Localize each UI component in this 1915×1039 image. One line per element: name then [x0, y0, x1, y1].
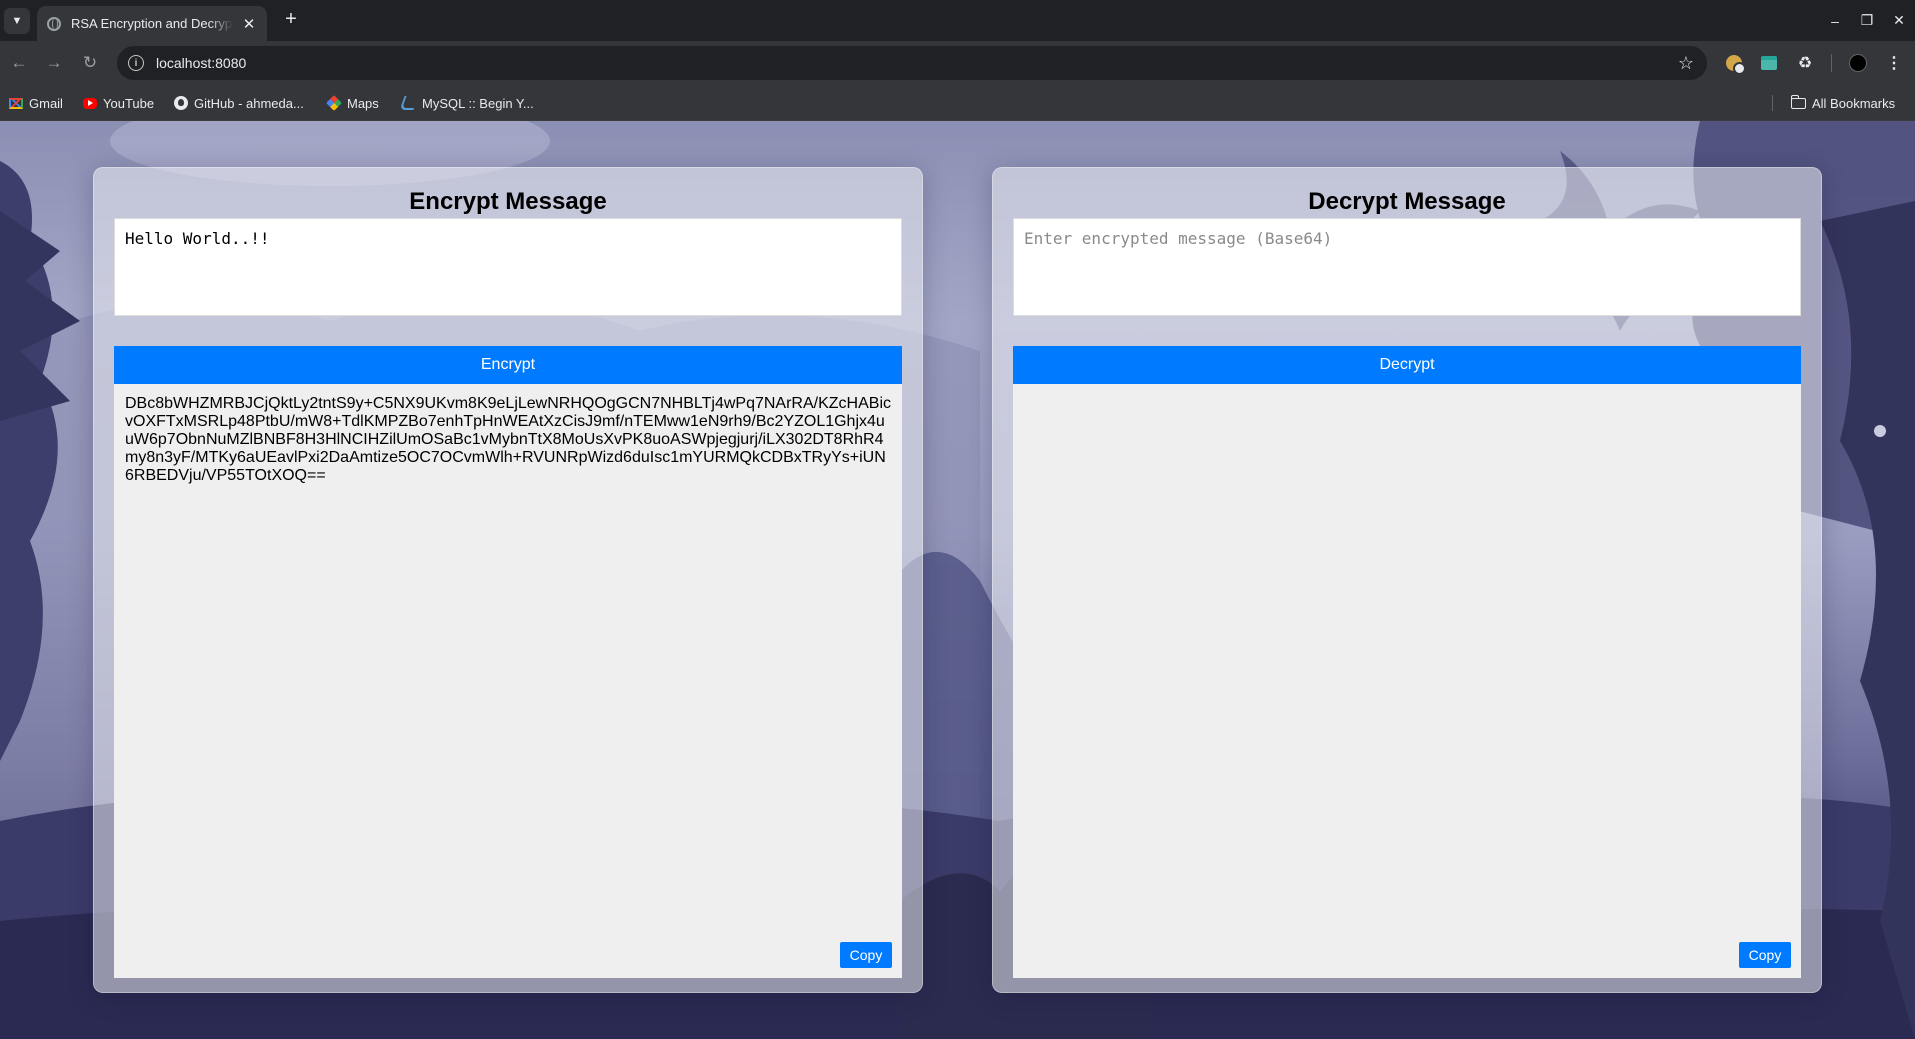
green-extension-icon[interactable]	[1758, 52, 1780, 74]
toolbar-divider	[1831, 54, 1832, 72]
youtube-icon	[83, 97, 97, 109]
extensions-puzzle-icon[interactable]: ♻	[1794, 52, 1816, 74]
encrypt-title: Encrypt Message	[409, 188, 607, 215]
reload-icon[interactable]: ↻	[79, 52, 101, 74]
encrypt-message-input[interactable]: Hello World..!!	[114, 218, 902, 316]
decrypted-output: Copy	[1013, 384, 1801, 978]
decrypt-title: Decrypt Message	[1308, 188, 1506, 215]
copy-decrypted-button[interactable]: Copy	[1739, 942, 1791, 968]
forward-arrow-icon[interactable]: →	[43, 52, 65, 74]
decrypt-message-input[interactable]: Enter encrypted message (Base64)	[1013, 218, 1801, 316]
encrypt-panel: Encrypt Message Hello World..!! Encrypt …	[93, 167, 923, 993]
encrypted-output-text: DBc8bWHZMRBJCjQktLy2tntS9y+C5NX9UKvm8K9e…	[125, 395, 891, 484]
bookmark-maps[interactable]: Maps	[326, 94, 379, 112]
close-window-icon[interactable]: ✕	[1883, 12, 1915, 29]
address-bar[interactable]: i localhost:8080 ☆	[117, 46, 1707, 80]
mysql-icon	[399, 96, 419, 110]
new-tab-plus-icon[interactable]: +	[280, 8, 302, 30]
encrypted-output: DBc8bWHZMRBJCjQktLy2tntS9y+C5NX9UKvm8K9e…	[114, 384, 902, 978]
profile-avatar[interactable]	[1847, 52, 1869, 74]
minimize-icon[interactable]: –	[1819, 13, 1851, 29]
maps-icon	[326, 95, 342, 111]
bookmark-mysql[interactable]: MySQL :: Begin Y...	[399, 94, 534, 112]
bookmark-github[interactable]: GitHub - ahmeda...	[174, 94, 304, 112]
all-bookmarks-button[interactable]: All Bookmarks	[1790, 94, 1895, 112]
bookmarks-divider	[1772, 95, 1773, 111]
decrypt-panel: Decrypt Message Enter encrypted message …	[992, 167, 1822, 993]
site-info-icon[interactable]: i	[128, 55, 144, 71]
gmail-icon	[9, 97, 23, 109]
folder-icon	[1790, 94, 1806, 109]
bookmark-star-icon[interactable]: ☆	[1678, 53, 1694, 74]
close-tab-icon[interactable]: ✕	[241, 15, 257, 33]
url-text[interactable]: localhost:8080	[156, 55, 1678, 71]
copy-encrypted-button[interactable]: Copy	[840, 942, 892, 968]
back-arrow-icon[interactable]: ←	[8, 52, 30, 74]
decrypt-button[interactable]: Decrypt	[1013, 346, 1801, 384]
tab-title: RSA Encryption and Decryption	[71, 16, 233, 31]
menu-dots-icon[interactable]: ⋮	[1883, 52, 1905, 74]
bookmark-youtube[interactable]: YouTube	[83, 94, 154, 112]
tab-search-chevron-icon[interactable]: ▼	[4, 8, 30, 34]
active-tab[interactable]: RSA Encryption and Decryption ✕	[37, 6, 267, 41]
tab-strip: ▼ RSA Encryption and Decryption ✕ + – ❐ …	[0, 0, 1915, 41]
bookmarks-bar: Gmail YouTube GitHub - ahmeda... Maps My…	[0, 85, 1915, 121]
encrypt-button[interactable]: Encrypt	[114, 346, 902, 384]
page-viewport: Encrypt Message Hello World..!! Encrypt …	[0, 121, 1915, 1039]
globe-icon	[47, 16, 61, 31]
cookie-extension-icon[interactable]	[1723, 52, 1746, 75]
github-icon	[174, 96, 188, 110]
window-controls: – ❐ ✕	[1819, 0, 1915, 41]
restore-icon[interactable]: ❐	[1851, 12, 1883, 29]
browser-toolbar: ← → ↻ i localhost:8080 ☆ ♻ ⋮	[0, 41, 1915, 85]
bookmark-gmail[interactable]: Gmail	[9, 94, 63, 112]
